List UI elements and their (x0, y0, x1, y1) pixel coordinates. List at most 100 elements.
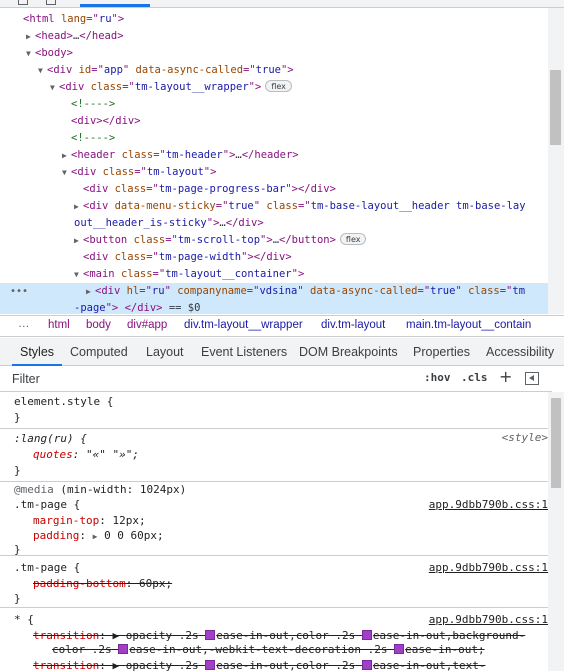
universal-rule-origin[interactable]: app.9dbb790b.css:1 (429, 612, 548, 628)
filter-input[interactable] (12, 370, 392, 388)
tm-page-origin[interactable]: app.9dbb790b.css:1 (429, 560, 548, 576)
dom-node-line[interactable]: ▼ <div class="tm-layout"> (0, 164, 548, 181)
breadcrumb-item-layout-wrapper[interactable]: div.tm-layout__wrapper (184, 319, 303, 331)
transition-declaration-continued[interactable]: color .2s ease-in-out,-webkit-text-decor… (52, 642, 485, 658)
property-name[interactable]: transition (33, 659, 99, 671)
easing-editor-icon[interactable] (205, 630, 216, 640)
property-name[interactable]: margin-top (33, 514, 99, 527)
flex-badge[interactable]: flex (339, 233, 367, 245)
collapse-triangle-icon[interactable]: ▼ (74, 266, 83, 283)
tab-styles[interactable]: Styles (12, 338, 63, 366)
lang-rule-selector[interactable]: :lang(ru) { (14, 431, 87, 447)
transition-value[interactable]: opacity .2s (126, 629, 199, 642)
dom-node-line[interactable]: -page"> </div> == $0 (0, 300, 548, 314)
markup-tag: " (253, 200, 267, 212)
dom-node-line[interactable]: <!----> (0, 96, 548, 113)
tab-properties[interactable]: Properties (413, 338, 470, 366)
transition-value[interactable]: ease-in-out; (405, 643, 484, 656)
device-toolbar-icon[interactable] (46, 0, 56, 5)
dom-node-line[interactable]: ▶ <header class="tm-header">…</header> (0, 147, 548, 164)
transition-value[interactable]: ease-in-out,color .2s (216, 629, 355, 642)
dom-node-line[interactable]: ▼ <div class="tm-layout__wrapper"> flex (0, 79, 548, 96)
tab-event-listeners[interactable]: Event Listeners (201, 338, 287, 366)
element-style-selector[interactable]: element.style { (14, 394, 113, 410)
collapse-triangle-icon[interactable]: ▼ (62, 164, 71, 181)
breadcrumb-item-main[interactable]: main.tm-layout__contain (406, 319, 531, 331)
margin-top-declaration[interactable]: margin-top: 12px; (33, 513, 146, 529)
new-style-rule-button[interactable]: + (499, 367, 512, 386)
breadcrumb-item-app[interactable]: div#app (127, 319, 167, 331)
easing-editor-icon[interactable] (118, 644, 129, 654)
toggle-sidebar-icon[interactable] (525, 372, 539, 385)
breadcrumb-item-layout[interactable]: div.tm-layout (321, 319, 385, 331)
tm-page-selector[interactable]: .tm-page { (14, 560, 80, 576)
dom-tree-scrollbar[interactable] (548, 8, 564, 314)
easing-editor-icon[interactable] (394, 644, 405, 654)
property-value[interactable]: "«" "»"; (86, 448, 139, 461)
transition-value[interactable]: color .2s (52, 643, 112, 656)
media-rule-origin[interactable]: app.9dbb790b.css:1 (429, 497, 548, 513)
dom-node-line[interactable]: ▶ <button class="tm-scroll-top">…</button… (0, 232, 548, 249)
class-toggle-button[interactable]: .cls (461, 371, 488, 384)
breadcrumb-item-html[interactable]: html (48, 319, 70, 331)
expand-triangle-icon[interactable]: ▶ (74, 232, 83, 249)
expand-triangle-icon[interactable]: ▶ (74, 198, 83, 215)
transition-value[interactable]: opacity .2s (126, 659, 199, 671)
breadcrumb-more[interactable]: … (18, 318, 30, 330)
tab-accessibility[interactable]: Accessibility (486, 338, 554, 366)
property-name[interactable]: quotes (33, 448, 73, 461)
tab-dom-breakpoints[interactable]: DOM Breakpoints (299, 338, 398, 366)
collapse-triangle-icon[interactable]: ▼ (50, 79, 59, 96)
transition-value[interactable]: ease-in-out,background- (373, 629, 525, 642)
dom-node-line[interactable]: ▶ <div data-menu-sticky="true" class="tm-… (0, 198, 548, 215)
styles-scrollbar[interactable] (548, 392, 564, 671)
property-name[interactable]: padding-bottom (33, 577, 126, 590)
scrollbar-thumb[interactable] (551, 398, 561, 488)
collapse-triangle-icon[interactable]: ▼ (38, 62, 47, 79)
dom-node-line[interactable]: <div class="tm-page-width"></div> (0, 249, 548, 266)
easing-editor-icon[interactable] (205, 660, 216, 670)
tab-layout[interactable]: Layout (146, 338, 184, 366)
node-actions-dots[interactable]: ••• (10, 283, 28, 300)
easing-editor-icon[interactable] (361, 630, 372, 640)
expand-shorthand-icon[interactable]: ▶ (93, 532, 98, 541)
inspect-element-icon[interactable] (18, 0, 28, 5)
padding-bottom-declaration[interactable]: padding-bottom: 60px; (33, 576, 172, 592)
dom-node-line[interactable]: ▼ <body> (0, 45, 548, 62)
transition-declaration[interactable]: transition: ▶ opacity .2s ease-in-out,co… (33, 658, 486, 671)
dom-node-line[interactable]: <html lang="ru"> (0, 11, 548, 28)
collapse-triangle-icon[interactable]: ▼ (26, 45, 35, 62)
dom-node-line[interactable]: out__header_is-sticky">…</div> (0, 215, 548, 232)
scrollbar-thumb[interactable] (550, 70, 561, 145)
expand-triangle-icon[interactable]: ▶ (86, 283, 95, 300)
breadcrumb-item-body[interactable]: body (86, 319, 111, 331)
padding-declaration[interactable]: padding: ▶ 0 0 60px; (33, 528, 164, 544)
property-value[interactable]: 0 0 60px; (104, 529, 164, 542)
transition-value[interactable]: ease-in-out,color .2s (216, 659, 355, 671)
dom-node-line[interactable]: <!----> (0, 130, 548, 147)
lang-rule-origin: <style> (501, 431, 548, 444)
property-name[interactable]: padding (33, 529, 79, 542)
property-name[interactable]: transition (33, 629, 99, 642)
dom-node-line[interactable]: ▼ <main class="tm-layout__container"> (0, 266, 548, 283)
elements-tab-indicator[interactable] (80, 4, 150, 7)
hover-state-button[interactable]: :hov (424, 371, 451, 384)
dom-node-line[interactable]: ▼ <div id="app" data-async-called="true"> (0, 62, 548, 79)
property-value[interactable]: 60px; (139, 577, 172, 590)
transition-value[interactable]: ease-in-out,-webkit-text-decoration .2s (129, 643, 387, 656)
tab-computed[interactable]: Computed (70, 338, 128, 366)
dom-node-line[interactable]: <div class="tm-page-progress-bar"></div> (0, 181, 548, 198)
lang-rule-declaration[interactable]: quotes: "«" "»"; (33, 447, 139, 463)
easing-editor-icon[interactable] (361, 660, 372, 670)
expand-triangle-icon[interactable]: ▶ (62, 147, 71, 164)
flex-badge[interactable]: flex (265, 80, 292, 92)
markup-tag: <div></div> (71, 115, 141, 127)
dom-node-line[interactable]: ▶ <div hl="ru" companyname="vdsina" data-… (0, 283, 548, 300)
transition-value[interactable]: ease-in-out,text- (373, 659, 486, 671)
media-rule-selector[interactable]: .tm-page { (14, 497, 80, 513)
property-value[interactable]: 12px; (112, 514, 145, 527)
dom-node-line[interactable]: ▶ <head>…</head> (0, 28, 548, 45)
universal-selector[interactable]: * { (14, 612, 34, 628)
dom-node-line[interactable]: <div></div> (0, 113, 548, 130)
expand-triangle-icon[interactable]: ▶ (26, 28, 35, 45)
